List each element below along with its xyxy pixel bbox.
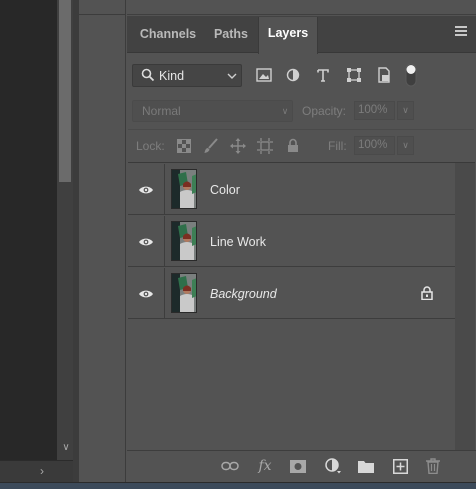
eye-icon	[139, 238, 153, 245]
type-layer-filter-icon[interactable]	[313, 65, 333, 85]
add-mask-icon[interactable]	[288, 456, 308, 476]
opacity-dropdown-icon[interactable]: ∨	[397, 101, 414, 120]
delete-layer-icon[interactable]	[423, 456, 443, 476]
lock-all-icon[interactable]	[283, 135, 303, 155]
divider	[128, 129, 474, 130]
eye-icon	[139, 290, 153, 297]
collapsed-panel-dock	[79, 0, 126, 489]
visibility-toggle[interactable]	[128, 164, 165, 215]
visibility-toggle[interactable]	[128, 268, 165, 319]
opacity-field[interactable]: 100%	[354, 101, 395, 120]
fill-field[interactable]: 100%	[354, 136, 395, 155]
lock-image-pixels-icon[interactable]	[201, 136, 221, 156]
dock-divider	[79, 14, 126, 15]
tab-channels[interactable]: Channels	[131, 18, 205, 53]
lock-transparent-pixels-icon[interactable]	[174, 136, 194, 156]
link-layers-icon[interactable]	[220, 456, 240, 476]
smart-object-filter-icon[interactable]	[374, 65, 394, 85]
filter-toggle-switch[interactable]	[405, 63, 417, 87]
new-group-icon[interactable]	[356, 456, 376, 476]
lock-label: Lock:	[136, 139, 165, 153]
visibility-toggle[interactable]	[128, 216, 165, 267]
tab-paths[interactable]: Paths	[205, 18, 257, 53]
chevron-down-icon: ∨	[281, 106, 289, 116]
layer-thumbnail	[171, 221, 197, 261]
layers-scrollbar[interactable]	[455, 163, 475, 450]
layer-thumbnail	[171, 169, 197, 209]
layer-name[interactable]: Color	[210, 182, 240, 198]
lock-position-icon[interactable]	[228, 136, 248, 156]
pixel-layer-filter-icon[interactable]	[254, 65, 274, 85]
lock-artboard-icon[interactable]	[255, 136, 275, 156]
new-layer-icon[interactable]	[390, 456, 410, 476]
chevron-down-icon	[226, 70, 238, 82]
opacity-label: Opacity:	[302, 104, 347, 118]
shape-layer-filter-icon[interactable]	[344, 65, 364, 85]
panel-menu-icon[interactable]	[455, 26, 471, 40]
search-icon	[141, 68, 155, 82]
filter-kind-label: Kind	[159, 69, 185, 83]
divider	[128, 162, 475, 163]
layer-name[interactable]: Background	[210, 286, 277, 302]
adjustment-layer-icon[interactable]	[323, 456, 343, 476]
document-scroll-thumb[interactable]	[59, 0, 71, 182]
status-strip	[0, 482, 476, 489]
blend-mode-value: Normal	[142, 104, 181, 118]
adjustment-filter-icon[interactable]	[283, 65, 303, 85]
fill-label: Fill:	[328, 139, 347, 153]
lock-icon[interactable]	[421, 286, 435, 302]
layer-thumbnail	[171, 273, 197, 313]
scroll-down-chevron-icon[interactable]: ∨	[60, 440, 72, 456]
fill-dropdown-icon[interactable]: ∨	[397, 136, 414, 155]
fx-icon[interactable]: fx	[255, 456, 275, 476]
layer-name[interactable]: Line Work	[210, 234, 266, 250]
tab-layers[interactable]: Layers	[258, 17, 318, 54]
panel-dock-top	[127, 0, 476, 15]
eye-icon	[139, 186, 153, 193]
scroll-right-chevron-icon[interactable]: ›	[36, 463, 48, 479]
